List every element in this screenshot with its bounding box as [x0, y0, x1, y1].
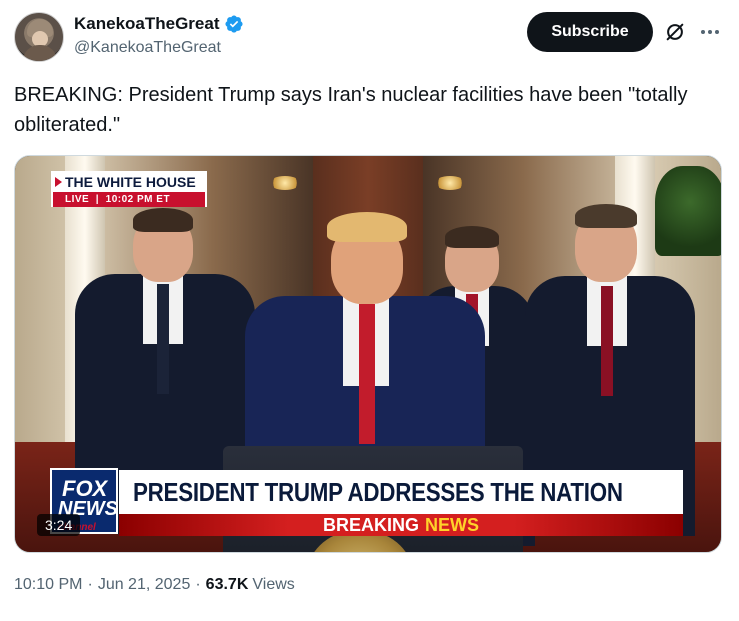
more-dots-icon [701, 30, 719, 34]
location-title: THE WHITE HOUSE [53, 173, 205, 192]
more-icon[interactable] [698, 21, 722, 43]
breaking-label: BREAKING [322, 514, 419, 535]
location-title-text: THE WHITE HOUSE [65, 174, 196, 190]
tweet-header: KanekoaTheGreat @KanekoaTheGreat Subscri… [14, 12, 725, 64]
chyron-banner: PRESIDENT TRUMP ADDRESSES THE NATION [119, 470, 683, 514]
grok-icon[interactable] [664, 21, 686, 43]
live-separator: | [92, 194, 106, 205]
subscribe-button[interactable]: Subscribe [527, 12, 653, 52]
location-bug: THE WHITE HOUSE LIVE | 10:02 PM ET [51, 171, 207, 207]
chyron-text: PRESIDENT TRUMP ADDRESSES THE NATION [133, 476, 623, 507]
views-count[interactable]: 63.7K [206, 576, 249, 594]
breaking-news-bar: BREAKING NEWS [119, 514, 683, 536]
verified-badge-icon [224, 15, 243, 33]
meta-separator: · [87, 576, 93, 593]
author-display-name[interactable]: KanekoaTheGreat [74, 14, 244, 34]
scene-lamp-left [270, 176, 300, 190]
live-indicator: LIVE | 10:02 PM ET [53, 192, 205, 207]
live-label: LIVE [65, 194, 90, 205]
avatar-body [23, 45, 57, 61]
meta-separator-2: · [195, 576, 201, 593]
author-names: KanekoaTheGreat @KanekoaTheGreat [74, 14, 244, 57]
post-date[interactable]: Jun 21, 2025 [98, 576, 191, 594]
views-label: Views [252, 576, 295, 593]
scene-lamp-right [435, 176, 465, 190]
news-label: NEWS [425, 514, 479, 535]
tweet-meta: 10:10 PM · Jun 21, 2025 · 63.7K Views [14, 576, 295, 594]
live-time: 10:02 PM ET [105, 194, 171, 205]
video-duration: 3:24 [37, 514, 81, 536]
author-display-name-text[interactable]: KanekoaTheGreat [74, 14, 220, 34]
author-handle[interactable]: @KanekoaTheGreat [74, 39, 244, 57]
post-time[interactable]: 10:10 PM [14, 576, 82, 594]
video-player[interactable]: THE WHITE HOUSE LIVE | 10:02 PM ET FOX N… [14, 155, 722, 553]
author-avatar[interactable] [14, 12, 64, 62]
scene-plant [655, 166, 721, 256]
play-arrow-icon [55, 177, 62, 187]
tweet-text: BREAKING: President Trump says Iran's nu… [14, 84, 688, 136]
